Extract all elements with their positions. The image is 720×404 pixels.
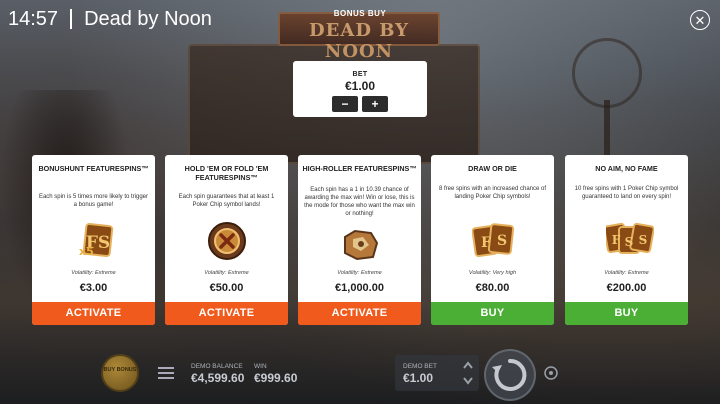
demo-balance-value: €4,599.60 (191, 371, 245, 385)
card-title: BONUSHUNT FEATURESPINS™ (38, 164, 149, 173)
game-logo-text: DEAD BY NOON (309, 20, 409, 62)
bottom-bar: BUY BONUS DEMO BALANCE €4,599.60 WIN €99… (0, 330, 720, 404)
svg-text:F: F (612, 233, 621, 247)
spin-button[interactable] (484, 349, 536, 401)
fs-cards-icon: F S (471, 219, 515, 259)
card-title: HOLD 'EM OR FOLD 'EM FEATURESPINS™ (184, 164, 269, 182)
close-button[interactable]: ✕ (690, 10, 710, 30)
win-label: WIN (254, 363, 267, 370)
card-title: DRAW OR DIE (468, 164, 517, 173)
fs-x5-icon: FS x5 (73, 221, 115, 261)
windmill-wheel (572, 38, 642, 108)
svg-text:S: S (639, 233, 648, 247)
card-title: HIGH-ROLLER FEATURESPINS™ (302, 164, 417, 173)
bonus-card-bonushunt: BONUSHUNT FEATURESPINS™ Each spin is 5 t… (32, 155, 155, 325)
gold-nugget-icon (339, 227, 381, 267)
demo-bet-label: DEMO BET (403, 363, 437, 370)
win-value: €999.60 (254, 371, 298, 385)
bonus-buy-title: BONUS BUY (333, 9, 387, 18)
bet-label: BET (352, 71, 368, 78)
buy-bonus-button[interactable]: BUY BONUS (101, 354, 139, 392)
bonus-card-hold-em: HOLD 'EM OR FOLD 'EM FEATURESPINS™ Each … (165, 155, 288, 325)
card-description: 8 free spins with an increased chance of… (438, 186, 547, 200)
bet-controls: − + (293, 96, 427, 112)
card-price: €50.00 (209, 282, 244, 294)
menu-icon[interactable] (158, 367, 174, 379)
svg-text:F: F (481, 235, 491, 251)
buy-button-no-aim-no-fame[interactable]: BUY (565, 302, 688, 325)
close-icon: ✕ (694, 12, 706, 28)
card-volatility: Volatility: Extreme (204, 270, 249, 276)
bonus-card-high-roller: HIGH-ROLLER FEATURESPINS™ Each spin has … (298, 155, 421, 325)
bonus-card-no-aim-no-fame: NO AIM, NO FAME 10 free spins with 1 Pok… (565, 155, 688, 325)
card-description: Each spin guarantees that at least 1 Pok… (178, 194, 275, 208)
card-price: €200.00 (606, 282, 647, 294)
activate-button-hold-em[interactable]: ACTIVATE (165, 302, 288, 325)
autoplay-icon[interactable] (543, 365, 559, 381)
activate-button-bonushunt[interactable]: ACTIVATE (32, 302, 155, 325)
card-title: NO AIM, NO FAME (595, 164, 658, 173)
fs-cards-stack-icon: F S S (603, 219, 655, 259)
activate-button-high-roller[interactable]: ACTIVATE (298, 302, 421, 325)
card-description: Each spin has a 1 in 10.39 chance of awa… (304, 187, 415, 217)
demo-bet-value: €1.00 (403, 371, 434, 385)
spin-icon (492, 358, 527, 391)
card-volatility: Volatility: Extreme (337, 270, 382, 276)
bet-value: €1.00 (344, 79, 376, 93)
card-price: €1,000.00 (335, 282, 384, 294)
svg-text:S: S (497, 233, 507, 249)
bet-adjust-arrows[interactable] (462, 358, 474, 388)
card-price: €3.00 (79, 282, 108, 294)
card-volatility: Volatility: Extreme (604, 270, 649, 276)
bet-decrease-button[interactable]: − (332, 96, 358, 112)
svg-text:S: S (625, 235, 634, 249)
svg-text:x5: x5 (79, 245, 94, 258)
bet-selector: BET €1.00 − + (293, 61, 427, 117)
card-description: 10 free spins with 1 Poker Chip symbol g… (574, 186, 679, 200)
poker-chip-icon (206, 221, 248, 261)
card-volatility: Volatility: Extreme (71, 270, 116, 276)
card-description: Each spin is 5 times more likely to trig… (38, 194, 149, 208)
bonus-card-draw-or-die: DRAW OR DIE 8 free spins with an increas… (431, 155, 554, 325)
buy-button-draw-or-die[interactable]: BUY (431, 302, 554, 325)
card-price: €80.00 (475, 282, 510, 294)
card-volatility: Volatility: Very high (468, 270, 517, 276)
demo-balance-label: DEMO BALANCE (191, 363, 243, 370)
bet-increase-button[interactable]: + (362, 96, 388, 112)
